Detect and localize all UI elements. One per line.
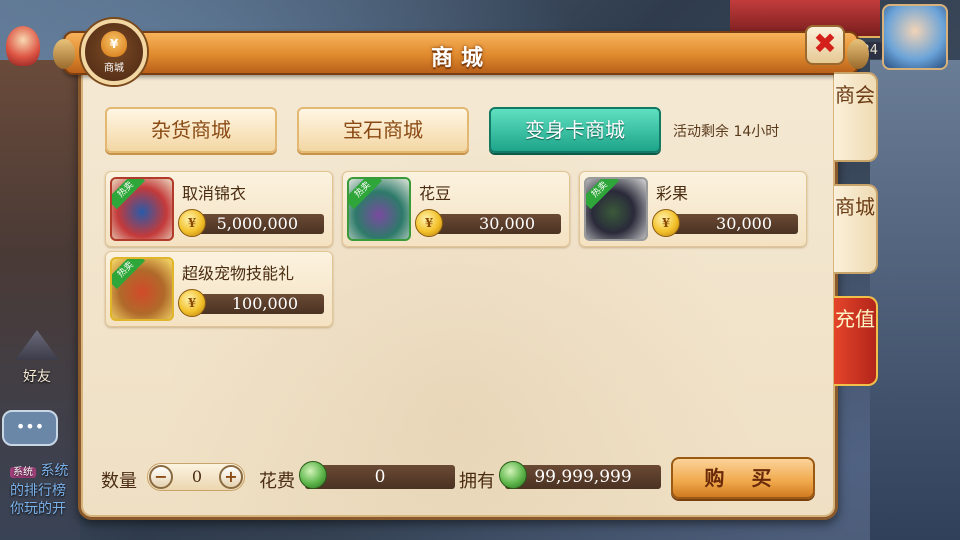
item-card[interactable]: 热卖 花豆 ¥ 30,000 <box>342 171 570 247</box>
cost-display: 0 <box>299 461 455 489</box>
item-price-value: 100,000 <box>231 294 298 313</box>
item-price-value: 30,000 <box>716 214 772 233</box>
system-line-1: 系统 <box>40 463 69 479</box>
purchase-bar: 数量 − 0 + 花费 0 拥有 99,999,999 购 买 <box>101 457 821 509</box>
shop-badge-label: 商城 <box>104 63 124 74</box>
buy-button[interactable]: 购 买 <box>671 457 815 499</box>
shop-dialog: 商城 ¥ 商城 ✖ 杂货商城 宝石商城 变身卡商城 活动剩余 14小时 热卖 取… <box>53 19 869 520</box>
category-tabs: 杂货商城 宝石商城 变身卡商城 <box>105 107 661 153</box>
treasure-chest-item-icon: 热卖 <box>110 257 174 321</box>
item-name: 取消锦衣 <box>182 184 247 203</box>
background-right-scene <box>870 60 960 540</box>
shop-badge: ¥ 商城 <box>81 19 147 85</box>
system-message: 系统 系统 的排行榜 你玩的开 <box>10 462 68 518</box>
tab-general-store[interactable]: 杂货商城 <box>105 107 277 153</box>
owned-display: 99,999,999 <box>499 461 661 489</box>
item-price-value: 30,000 <box>479 214 535 233</box>
fortune-god-icon[interactable] <box>6 26 40 66</box>
bean-item-icon: 热卖 <box>347 177 411 241</box>
side-tab-chamber-of-commerce[interactable]: 商会 <box>834 72 878 162</box>
quantity-minus-button[interactable]: − <box>149 465 173 489</box>
cost-label: 花费 <box>259 471 295 492</box>
tab-gem-store[interactable]: 宝石商城 <box>297 107 469 153</box>
item-price-value: 5,000,000 <box>216 214 298 233</box>
friends-label: 好友 <box>23 369 51 385</box>
activity-remaining-time: 活动剩余 14小时 <box>673 124 780 140</box>
friends-button[interactable]: 好友 <box>6 330 68 390</box>
quantity-value[interactable]: 0 <box>182 467 212 486</box>
item-price: ¥ 5,000,000 <box>178 209 324 237</box>
item-name: 花豆 <box>419 184 452 203</box>
colorful-fruit-item-icon: 热卖 <box>584 177 648 241</box>
side-tab-shop[interactable]: 商城 <box>834 184 878 274</box>
money-bag-icon: ¥ <box>101 31 127 57</box>
system-line-2: 的排行榜 <box>10 483 66 499</box>
item-price: ¥ 30,000 <box>415 209 561 237</box>
dialog-title: 商城 <box>430 46 491 71</box>
dialog-title-bar: 商城 <box>53 31 869 75</box>
hot-sale-tag: 热卖 <box>112 259 146 290</box>
item-price: ¥ 100,000 <box>178 289 324 317</box>
hot-sale-tag: 热卖 <box>112 179 146 210</box>
system-tag: 系统 <box>10 467 36 478</box>
gold-coin-icon: ¥ <box>178 209 206 237</box>
robe-item-icon: 热卖 <box>110 177 174 241</box>
quantity-label: 数量 <box>101 471 137 492</box>
hot-sale-tag: 热卖 <box>349 179 383 210</box>
gold-coin-icon: ¥ <box>652 209 680 237</box>
item-card[interactable]: 热卖 超级宠物技能礼 ¥ 100,000 <box>105 251 333 327</box>
jade-currency-icon <box>499 461 527 489</box>
cost-value: 0 <box>374 467 386 487</box>
close-button[interactable]: ✖ <box>805 25 845 65</box>
gold-coin-icon: ¥ <box>178 289 206 317</box>
player-avatar[interactable] <box>882 4 948 70</box>
chat-bubble-icon: ••• <box>15 417 45 436</box>
jade-currency-icon <box>299 461 327 489</box>
side-tab-recharge[interactable]: 充值 <box>834 296 878 386</box>
owned-label: 拥有 <box>459 471 495 492</box>
quantity-plus-button[interactable]: + <box>219 465 243 489</box>
item-name: 超级宠物技能礼 <box>182 264 295 283</box>
item-name: 彩果 <box>656 184 689 203</box>
system-line-3: 你玩的开 <box>10 501 66 517</box>
hot-sale-tag: 热卖 <box>586 179 620 210</box>
friends-hat-icon <box>15 330 59 360</box>
item-card[interactable]: 热卖 彩果 ¥ 30,000 <box>579 171 807 247</box>
quantity-stepper: − 0 + <box>147 463 245 491</box>
tab-transform-card-store[interactable]: 变身卡商城 <box>489 107 661 153</box>
item-card[interactable]: 热卖 取消锦衣 ¥ 5,000,000 <box>105 171 333 247</box>
owned-value: 99,999,999 <box>534 467 632 487</box>
gold-coin-icon: ¥ <box>415 209 443 237</box>
item-price: ¥ 30,000 <box>652 209 798 237</box>
chat-button[interactable]: ••• <box>2 410 58 446</box>
